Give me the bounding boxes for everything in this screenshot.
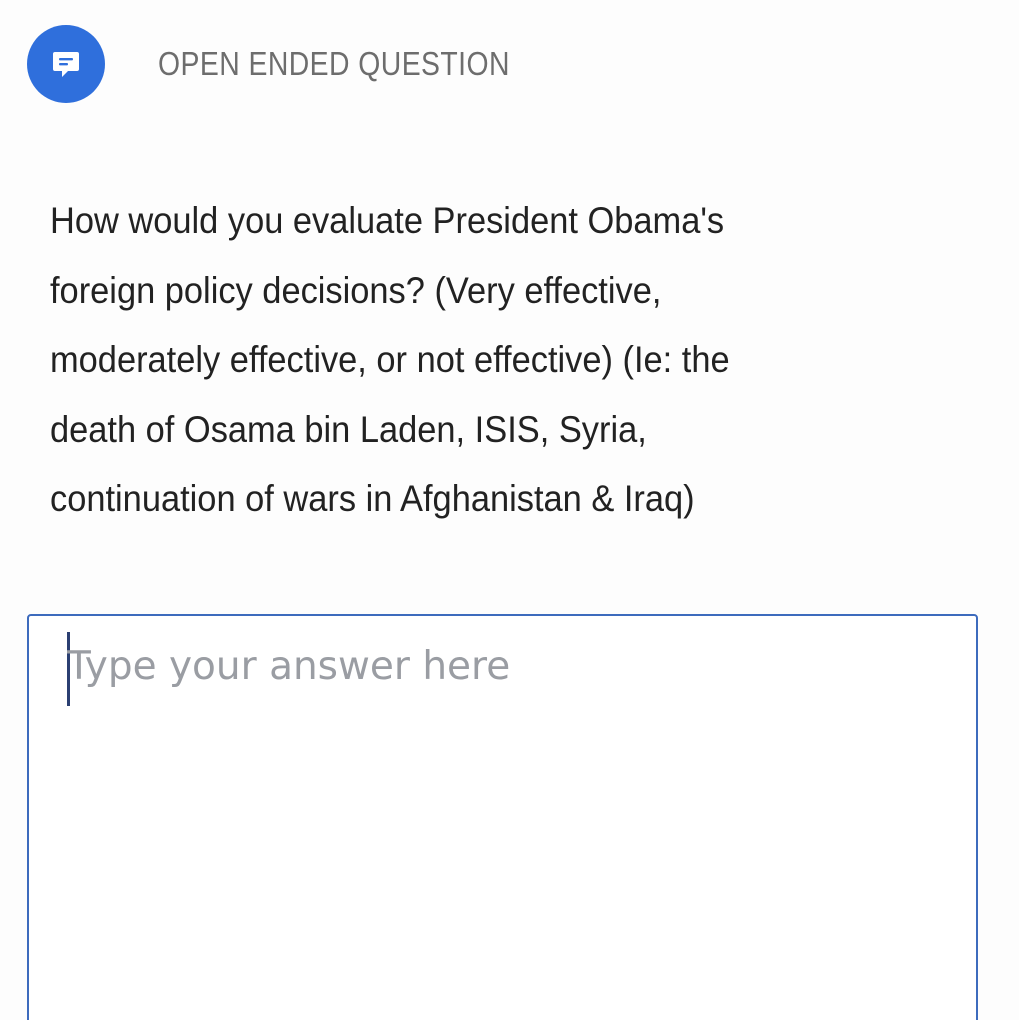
- answer-input[interactable]: [67, 644, 947, 1004]
- question-line: death of Osama bin Laden, ISIS, Syria,: [50, 408, 647, 450]
- question-line: moderately effective, or not effective) …: [50, 339, 730, 380]
- question-line: How would you evaluate President Obama's: [50, 200, 725, 241]
- question-line: foreign policy decisions? (Very effectiv…: [50, 269, 662, 311]
- question-text: How would you evaluate President Obama's…: [50, 186, 924, 534]
- chat-bubble-icon: [51, 49, 81, 79]
- question-type-label: OPEN ENDED QUESTION: [158, 45, 510, 82]
- answer-box[interactable]: [27, 614, 978, 1020]
- question-type-badge: [27, 25, 105, 103]
- question-line: continuation of wars in Afghanistan & Ir…: [50, 478, 695, 519]
- question-header: OPEN ENDED QUESTION: [27, 25, 567, 103]
- open-ended-question-screen: OPEN ENDED QUESTION How would you evalua…: [0, 0, 1019, 1020]
